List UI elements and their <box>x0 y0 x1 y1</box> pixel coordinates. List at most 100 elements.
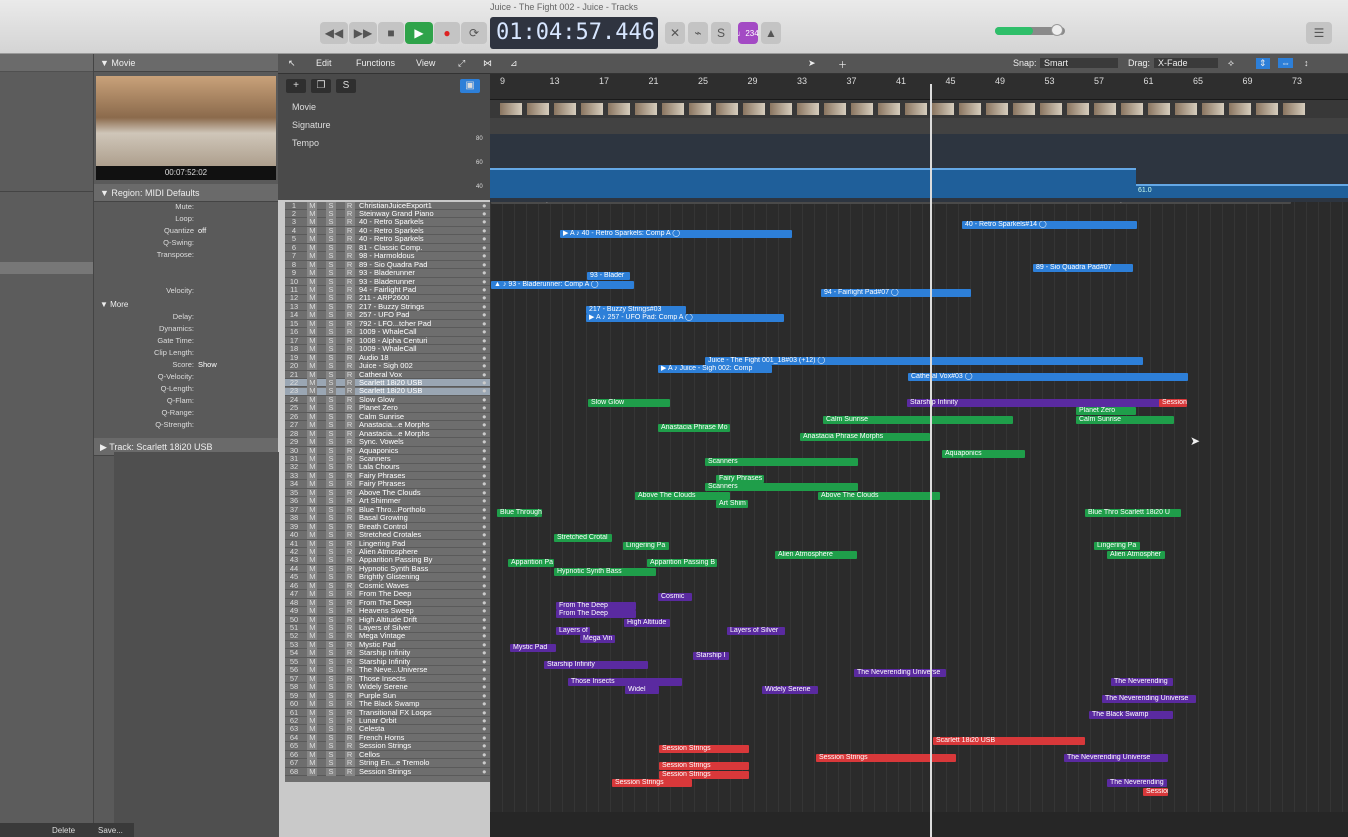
track-name[interactable]: Session Strings <box>359 768 482 776</box>
track-name[interactable]: Scarlett 18i20 USB <box>359 387 482 395</box>
solo-button[interactable]: S <box>325 438 336 447</box>
record-enable-button[interactable]: R <box>344 607 355 616</box>
view-menu[interactable]: View <box>416 58 435 68</box>
arrange-region[interactable]: Blue Thro Scarlett 18i20 U <box>1085 508 1181 517</box>
track-header-row[interactable]: 61 M S R Transitional FX Loops ● <box>285 708 490 717</box>
param-row[interactable] <box>94 262 278 274</box>
solo-button[interactable]: S <box>325 590 336 599</box>
track-name[interactable]: 40 - Retro Sparkels <box>359 218 482 226</box>
record-enable-button[interactable]: R <box>344 514 355 523</box>
track-name[interactable]: Widely Serene <box>359 683 482 691</box>
track-header-row[interactable]: 12 M S R 211 - ARP2600 ● <box>285 294 490 303</box>
fast-forward-button[interactable]: ▶▶ <box>349 22 377 44</box>
more-header[interactable]: ▼ More <box>94 298 278 312</box>
param-row[interactable]: Transpose: <box>94 250 278 262</box>
track-name[interactable]: Transitional FX Loops <box>359 709 482 717</box>
track-name[interactable]: From The Deep <box>359 590 482 598</box>
track-name[interactable]: Layers of Silver <box>359 624 482 632</box>
solo-button[interactable]: S <box>325 607 336 616</box>
record-enable-button[interactable]: R <box>344 269 355 278</box>
track-name[interactable]: 81 - Classic Comp. <box>359 244 482 252</box>
track-name[interactable]: 94 - Fairlight Pad <box>359 286 482 294</box>
track-name[interactable]: 257 - UFO Pad <box>359 311 482 319</box>
track-name[interactable]: Sync. Vowels <box>359 438 482 446</box>
arrange-region[interactable]: Planet Zero <box>1076 407 1136 416</box>
record-enable-button[interactable]: R <box>344 759 355 768</box>
arrange-region[interactable]: Layers of Silver <box>727 626 785 635</box>
list-editors-icon[interactable]: ☰ <box>1306 22 1332 44</box>
arrange-region[interactable]: Layers of <box>556 626 590 635</box>
track-name[interactable]: High Altitude Drift <box>359 616 482 624</box>
track-header-row[interactable]: 54 M S R Starship Infinity ● <box>285 649 490 658</box>
mute-button[interactable]: M <box>307 767 318 776</box>
solo-button[interactable]: S <box>325 759 336 768</box>
arrange-region[interactable]: Apparition Passing B <box>647 559 717 568</box>
arrange-region[interactable]: The Neverending <box>1107 779 1167 788</box>
track-header-row[interactable]: 14 M S R 257 - UFO Pad ● <box>285 311 490 320</box>
track-name[interactable]: 211 - ARP2600 <box>359 294 482 302</box>
track-header-row[interactable]: 25 M S R Planet Zero ● <box>285 404 490 413</box>
track-name[interactable]: Breath Control <box>359 523 482 531</box>
solo-button[interactable]: S <box>325 421 336 430</box>
track-name[interactable]: Starship Infinity <box>359 658 482 666</box>
track-name[interactable]: String En...e Tremolo <box>359 759 482 767</box>
track-name[interactable]: Cellos <box>359 751 482 759</box>
track-header-row[interactable]: 9 M S R 93 - Bladerunner ● <box>285 269 490 278</box>
track-name[interactable]: 217 - Buzzy Strings <box>359 303 482 311</box>
track-name[interactable]: Apparition Passing By <box>359 556 482 564</box>
pointer-tool-icon[interactable]: ➤ <box>808 58 816 69</box>
arrange-region[interactable]: Session <box>1143 787 1168 796</box>
track-header-row[interactable]: 47 M S R From The Deep ● <box>285 590 490 599</box>
playhead[interactable] <box>930 84 932 837</box>
mute-button[interactable]: M <box>307 759 318 768</box>
back-icon[interactable]: ↖ <box>288 58 296 69</box>
track-header-row[interactable]: 22 M S R Scarlett 18i20 USB ● <box>285 378 490 388</box>
param-row[interactable]: Q-Swing: <box>94 238 278 250</box>
drag-select[interactable]: X-Fade <box>1154 58 1218 68</box>
mute-button[interactable]: M <box>307 590 318 599</box>
param-row[interactable]: Velocity: <box>94 286 278 298</box>
track-header-row[interactable]: 6 M S R 81 - Classic Comp. ● <box>285 243 490 253</box>
track-name[interactable]: 40 - Retro Sparkels <box>359 235 482 243</box>
track-header-row[interactable]: 23 M S R Scarlett 18i20 USB ● <box>285 387 490 396</box>
param-row[interactable]: Score: Show <box>94 360 278 372</box>
track-name[interactable]: Mega Vintage <box>359 632 482 640</box>
track-header-row[interactable]: 2 M S R Steinway Grand Piano ● <box>285 209 490 219</box>
delete-button[interactable]: Delete <box>52 826 75 835</box>
arrange-region[interactable]: Catheral Vox#03 ◯ <box>908 373 1188 382</box>
track-name[interactable]: Fairy Phrases <box>359 480 482 488</box>
track-name[interactable]: Mystic Pad <box>359 641 482 649</box>
track-header-row[interactable]: 31 M S R Scanners ● <box>285 455 490 464</box>
arrange-region[interactable]: Session Strings <box>612 779 692 788</box>
track-name[interactable]: Anastacia...e Morphs <box>359 421 482 429</box>
track-name[interactable]: Juice - Sigh 002 <box>359 362 482 370</box>
arrange-region[interactable]: Mystic Pad <box>510 643 556 652</box>
track-name[interactable]: Purple Sun <box>359 692 482 700</box>
arrange-region[interactable]: 89 - Sio Quadra Pad#07 <box>1033 263 1133 272</box>
arrange-region[interactable]: ▶ A ♪ Juice - Sigh 002: Comp <box>658 365 772 373</box>
arrange-region[interactable]: Those Insects <box>568 677 682 686</box>
track-name[interactable]: Starship Infinity <box>359 649 482 657</box>
param-row[interactable]: Quantize off <box>94 226 278 238</box>
track-header-row[interactable]: 58 M S R Widely Serene ● <box>285 683 490 692</box>
track-name[interactable]: Anastacia...e Morphs <box>359 430 482 438</box>
track-header-row[interactable]: 17 M S R 1008 - Alpha Centuri ● <box>285 336 490 346</box>
track-header-row[interactable]: 20 M S R Juice - Sigh 002 ● <box>285 362 490 371</box>
metronome-icon[interactable]: ▲ <box>761 22 781 44</box>
solo-button[interactable]: S <box>325 514 336 523</box>
param-row[interactable]: Q-Strength: <box>94 420 278 432</box>
track-header-row[interactable]: 62 M S R Lunar Orbit ● <box>285 716 490 726</box>
volume-knob[interactable] <box>1051 24 1063 36</box>
arrange-region[interactable]: Cosmic <box>658 593 692 602</box>
track-name[interactable]: Scarlett 18i20 USB <box>359 379 482 387</box>
track-header-row[interactable]: 21 M S R Catheral Vox ● <box>285 370 490 379</box>
track-header-row[interactable]: 46 M S R Cosmic Waves ● <box>285 581 490 591</box>
track-header-row[interactable]: 49 M S R Heavens Sweep ● <box>285 607 490 616</box>
track-header-row[interactable]: 7 M S R 98 - Harmoldous ● <box>285 252 490 261</box>
track-name[interactable]: 93 - Bladerunner <box>359 269 482 277</box>
track-header-row[interactable]: 60 M S R The Black Swamp ● <box>285 700 490 709</box>
arrange-region[interactable]: Hypnotic Synth Bass <box>554 567 656 576</box>
param-row[interactable]: Delay: <box>94 312 278 324</box>
arrange-region[interactable]: From The Deep <box>556 610 636 619</box>
track-header-row[interactable]: 40 M S R Stretched Crotales ● <box>285 531 490 540</box>
